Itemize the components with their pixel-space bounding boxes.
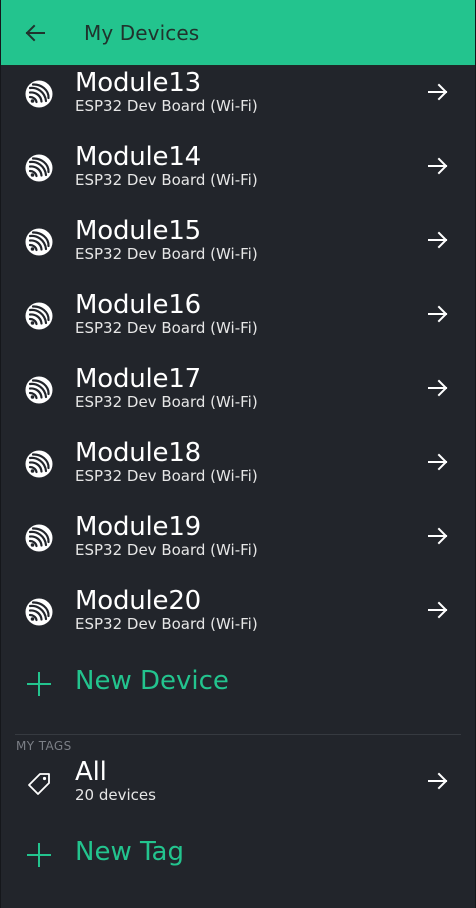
device-text: Module18 ESP32 Dev Board (Wi-Fi) xyxy=(75,437,258,486)
espressif-chip-icon xyxy=(25,80,53,108)
arrow-right-icon xyxy=(428,83,448,101)
device-name: Module16 xyxy=(75,290,202,320)
device-name: Module13 xyxy=(75,68,202,98)
arrow-right-icon xyxy=(428,453,448,471)
device-text: Module15 ESP32 Dev Board (Wi-Fi) xyxy=(75,215,258,264)
device-row-module14[interactable]: Module14 ESP32 Dev Board (Wi-Fi) xyxy=(1,140,475,214)
espressif-chip-icon xyxy=(25,524,53,552)
espressif-chip-icon xyxy=(25,450,53,478)
device-row-module16[interactable]: Module16 ESP32 Dev Board (Wi-Fi) xyxy=(1,288,475,362)
new-tag-label: New Tag xyxy=(75,837,184,867)
device-text: Module13 ESP32 Dev Board (Wi-Fi) xyxy=(75,67,258,116)
app-frame: My Devices Module13 ESP32 Dev Board (Wi-… xyxy=(0,0,476,908)
device-board: ESP32 Dev Board (Wi-Fi) xyxy=(75,319,258,337)
arrow-right-icon xyxy=(428,231,448,249)
device-name: Module14 xyxy=(75,142,202,172)
device-row-module18[interactable]: Module18 ESP32 Dev Board (Wi-Fi) xyxy=(1,436,475,510)
device-text: Module20 ESP32 Dev Board (Wi-Fi) xyxy=(75,585,258,634)
device-name: Module19 xyxy=(75,512,202,542)
back-button[interactable] xyxy=(3,0,67,66)
device-board: ESP32 Dev Board (Wi-Fi) xyxy=(75,393,258,411)
new-device-button[interactable]: New Device xyxy=(1,658,475,714)
tag-row-all[interactable]: All 20 devices xyxy=(1,755,475,829)
device-name: Module20 xyxy=(75,586,202,616)
arrow-right-icon xyxy=(428,527,448,545)
section-label-my-tags: MY TAGS xyxy=(16,739,72,753)
device-name: Module17 xyxy=(75,364,202,394)
device-name: Module15 xyxy=(75,216,202,246)
device-board: ESP32 Dev Board (Wi-Fi) xyxy=(75,541,258,559)
arrow-right-icon xyxy=(428,601,448,619)
device-row-module13[interactable]: Module13 ESP32 Dev Board (Wi-Fi) xyxy=(1,66,475,140)
device-board: ESP32 Dev Board (Wi-Fi) xyxy=(75,97,258,115)
tag-icon xyxy=(28,773,50,795)
arrow-right-icon xyxy=(428,379,448,397)
device-text: Module17 ESP32 Dev Board (Wi-Fi) xyxy=(75,363,258,412)
device-board: ESP32 Dev Board (Wi-Fi) xyxy=(75,171,258,189)
device-text: Module14 ESP32 Dev Board (Wi-Fi) xyxy=(75,141,258,190)
arrow-right-icon xyxy=(428,305,448,323)
device-text: Module16 ESP32 Dev Board (Wi-Fi) xyxy=(75,289,258,338)
device-text: Module19 ESP32 Dev Board (Wi-Fi) xyxy=(75,511,258,560)
plus-icon xyxy=(27,843,51,867)
device-list: Module13 ESP32 Dev Board (Wi-Fi) Module1… xyxy=(1,66,475,885)
device-row-module17[interactable]: Module17 ESP32 Dev Board (Wi-Fi) xyxy=(1,362,475,436)
app-bar: My Devices xyxy=(1,0,475,66)
tag-count: 20 devices xyxy=(75,786,156,804)
page-title: My Devices xyxy=(84,20,200,45)
arrow-right-icon xyxy=(428,157,448,175)
espressif-chip-icon xyxy=(25,598,53,626)
section-divider xyxy=(15,734,461,735)
tag-name: All xyxy=(75,757,107,787)
device-board: ESP32 Dev Board (Wi-Fi) xyxy=(75,245,258,263)
espressif-chip-icon xyxy=(25,302,53,330)
device-row-module19[interactable]: Module19 ESP32 Dev Board (Wi-Fi) xyxy=(1,510,475,584)
new-tag-button[interactable]: New Tag xyxy=(1,829,475,885)
espressif-chip-icon xyxy=(25,228,53,256)
tag-text: All 20 devices xyxy=(75,756,156,805)
device-row-module15[interactable]: Module15 ESP32 Dev Board (Wi-Fi) xyxy=(1,214,475,288)
device-board: ESP32 Dev Board (Wi-Fi) xyxy=(75,615,258,633)
device-row-module20[interactable]: Module20 ESP32 Dev Board (Wi-Fi) xyxy=(1,584,475,658)
arrow-right-icon xyxy=(428,772,448,790)
device-name: Module18 xyxy=(75,438,202,468)
plus-icon xyxy=(27,672,51,696)
arrow-left-icon xyxy=(25,24,45,41)
device-board: ESP32 Dev Board (Wi-Fi) xyxy=(75,467,258,485)
new-device-label: New Device xyxy=(75,666,229,696)
espressif-chip-icon xyxy=(25,376,53,404)
espressif-chip-icon xyxy=(25,154,53,182)
